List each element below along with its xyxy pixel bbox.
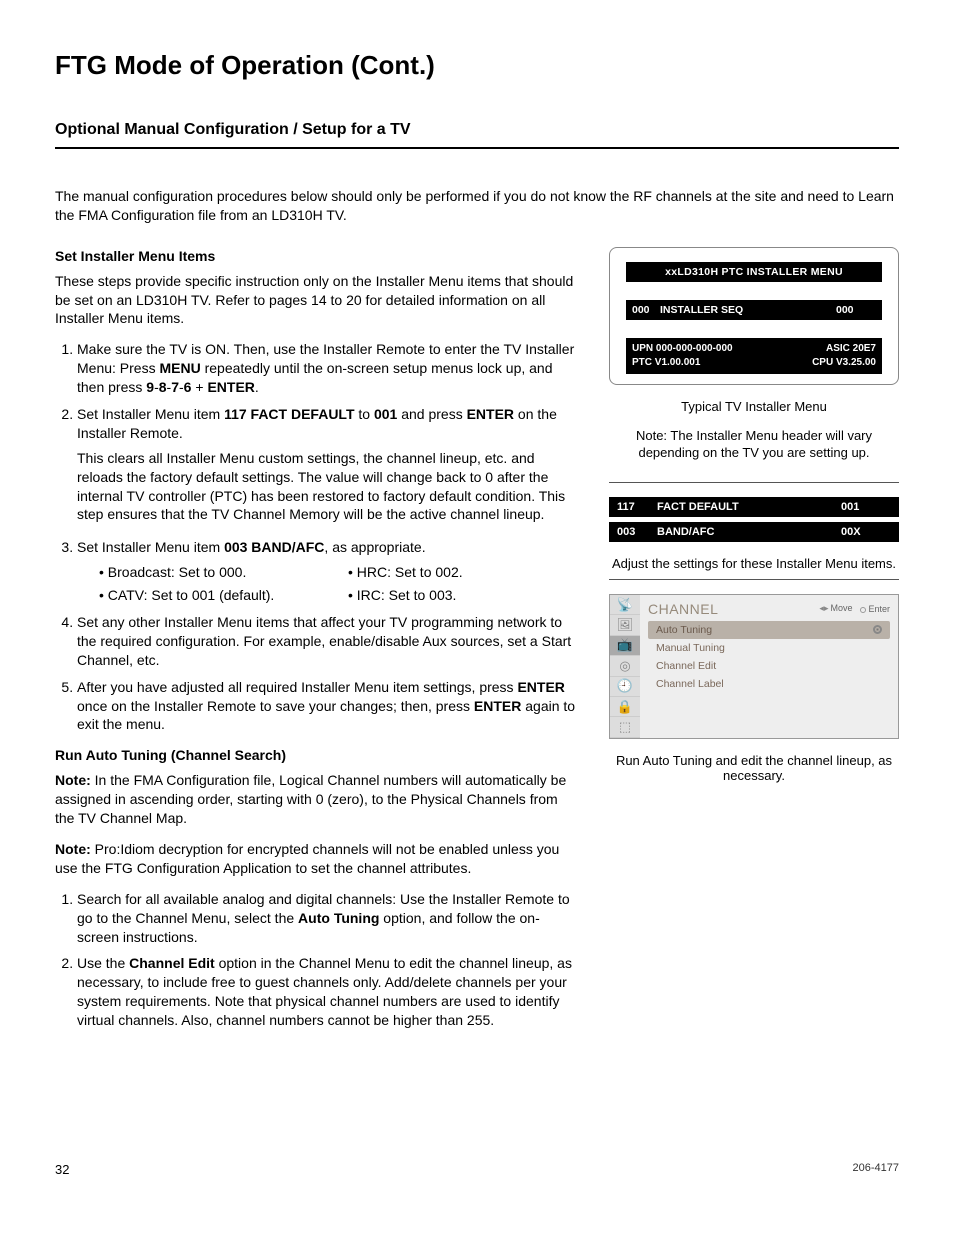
page-footer: 32 206-4177 bbox=[55, 1162, 899, 1177]
band-broadcast: Broadcast: Set to 000. bbox=[99, 563, 330, 582]
right-divider-2 bbox=[609, 579, 899, 580]
set-installer-heading: Set Installer Menu Items bbox=[55, 247, 579, 266]
panel-caption: Typical TV Installer Menu bbox=[609, 399, 899, 414]
fact-default-bar: 117 FACT DEFAULT 001 bbox=[609, 497, 899, 517]
channel-item-auto-tuning[interactable]: Auto Tuning bbox=[648, 621, 890, 639]
channel-item-manual-tuning[interactable]: Manual Tuning bbox=[648, 639, 890, 657]
installer-menu-panel: xxLD310H PTC INSTALLER MENU 000 INSTALLE… bbox=[609, 247, 899, 385]
arrows-icon: ◂▸ bbox=[819, 603, 828, 614]
channel-menu-panel: 📡 🖼 📺 ◎ 🕘 🔒 ⬚ CHANNEL ◂▸Move Enter Auto … bbox=[609, 594, 899, 739]
band-hrc: HRC: Set to 002. bbox=[348, 563, 579, 582]
band-irc: IRC: Set to 003. bbox=[348, 586, 579, 605]
run-auto-tuning-heading: Run Auto Tuning (Channel Search) bbox=[55, 746, 579, 765]
selected-icon bbox=[873, 625, 882, 634]
run-note-2: Note: Pro:Idiom decryption for encrypted… bbox=[55, 840, 579, 878]
step-4: Set any other Installer Menu items that … bbox=[77, 613, 579, 670]
intro-paragraph: The manual configuration procedures belo… bbox=[55, 187, 899, 225]
page-title: FTG Mode of Operation (Cont.) bbox=[55, 50, 899, 81]
input-icon: ⬚ bbox=[610, 717, 640, 737]
channel-item-channel-edit[interactable]: Channel Edit bbox=[648, 657, 890, 675]
channel-menu-main: CHANNEL ◂▸Move Enter Auto Tuning Manual … bbox=[640, 595, 898, 738]
step-5: After you have adjusted all required Ins… bbox=[77, 678, 579, 735]
channel-menu-list: Auto Tuning Manual Tuning Channel Edit C… bbox=[648, 621, 890, 693]
step-1: Make sure the TV is ON. Then, use the In… bbox=[77, 340, 579, 397]
channel-caption: Run Auto Tuning and edit the channel lin… bbox=[609, 753, 899, 783]
installer-version-row: UPN 000-000-000-000 PTC V1.00.001 ASIC 2… bbox=[626, 338, 882, 374]
dot-icon bbox=[860, 607, 866, 613]
band-afc-bar: 003 BAND/AFC 00X bbox=[609, 522, 899, 542]
band-options: Broadcast: Set to 000. HRC: Set to 002. … bbox=[77, 563, 579, 605]
divider bbox=[55, 147, 899, 149]
target-icon: ◎ bbox=[610, 656, 640, 676]
section-heading: Optional Manual Configuration / Setup fo… bbox=[55, 121, 899, 139]
channel-menu-title: CHANNEL bbox=[648, 601, 819, 617]
doc-number: 206-4177 bbox=[853, 1162, 900, 1177]
step-2: Set Installer Menu item 117 FACT DEFAULT… bbox=[77, 405, 579, 524]
clock-icon: 🕘 bbox=[610, 677, 640, 697]
auto-step-2: Use the Channel Edit option in the Chann… bbox=[77, 954, 579, 1030]
auto-step-1: Search for all available analog and digi… bbox=[77, 890, 579, 947]
channel-menu-sidebar: 📡 🖼 📺 ◎ 🕘 🔒 ⬚ bbox=[610, 595, 640, 738]
band-catv: CATV: Set to 001 (default). bbox=[99, 586, 330, 605]
installer-steps-list: Make sure the TV is ON. Then, use the In… bbox=[55, 340, 579, 734]
enter-hint: Enter bbox=[860, 604, 890, 614]
tv-icon: 📺 bbox=[610, 636, 640, 656]
page-number: 32 bbox=[55, 1162, 69, 1177]
right-column: xxLD310H PTC INSTALLER MENU 000 INSTALLE… bbox=[609, 247, 899, 1042]
run-note-1: Note: In the FMA Conﬁguration ﬁle, Logic… bbox=[55, 771, 579, 828]
installer-menu-header: xxLD310H PTC INSTALLER MENU bbox=[626, 262, 882, 282]
step-3: Set Installer Menu item 003 BAND/AFC, as… bbox=[77, 538, 579, 605]
left-column: Set Installer Menu Items These steps pro… bbox=[55, 247, 579, 1042]
channel-item-channel-label[interactable]: Channel Label bbox=[648, 675, 890, 693]
bars-caption: Adjust the settings for these Installer … bbox=[609, 556, 899, 571]
lock-icon: 🔒 bbox=[610, 697, 640, 717]
image-icon: 🖼 bbox=[610, 615, 640, 635]
step-2-detail: This clears all Installer Menu custom se… bbox=[77, 449, 579, 525]
right-divider-1 bbox=[609, 482, 899, 483]
panel-note: Note: The Installer Menu header will var… bbox=[609, 427, 899, 462]
satellite-icon: 📡 bbox=[610, 595, 640, 615]
auto-tuning-steps-list: Search for all available analog and digi… bbox=[55, 890, 579, 1030]
set-installer-paragraph: These steps provide speciﬁc instruction … bbox=[55, 272, 579, 329]
move-hint: ◂▸Move bbox=[819, 603, 852, 614]
installer-seq-row: 000 INSTALLER SEQ 000 bbox=[626, 300, 882, 320]
